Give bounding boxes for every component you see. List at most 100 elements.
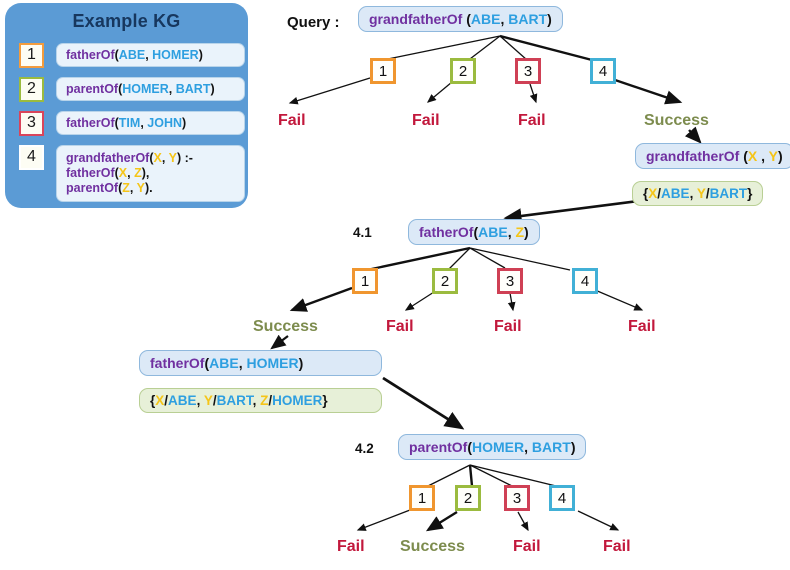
query-label: Query :: [287, 14, 340, 31]
branch-badge-l2-4[interactable]: 4: [572, 268, 598, 294]
token-pred: parentOf: [66, 181, 119, 195]
token-cons: BART: [508, 11, 548, 27]
binding-node-2: {X/ABE, Y/BART, Z/HOMER}: [139, 388, 382, 413]
result-l3-4: Fail: [603, 538, 631, 555]
token-pred: grandfatherOf: [66, 151, 150, 165]
token-cons: BART: [175, 82, 211, 96]
token-cons: JOHN: [147, 116, 183, 130]
diagram-root: Example KG 1 fatherOf(ABE, HOMER) 2 parentO…: [0, 0, 790, 570]
token-punc: ,: [196, 393, 204, 408]
result-l1-1: Fail: [278, 112, 306, 129]
branch-badge-l1-2[interactable]: 2: [450, 58, 476, 84]
token-cons: HOMER: [246, 355, 299, 371]
token-vr: X: [648, 186, 658, 201]
token-punc: }: [747, 186, 753, 201]
rule-head-node: grandfatherOf (X , Y): [635, 143, 790, 169]
token-punc: ): [210, 82, 215, 96]
kg-fact-text: grandfatherOf(X, Y) :- fatherOf(X, Z), par…: [56, 145, 245, 202]
token-vr: Y: [768, 148, 779, 164]
token-punc: ,: [689, 186, 697, 201]
match-node-1: fatherOf(ABE, HOMER): [139, 350, 382, 376]
result-l2-2: Fail: [386, 318, 414, 335]
token-punc: ): [524, 224, 529, 240]
result-l2-4: Fail: [628, 318, 656, 335]
token-punc: ),: [141, 166, 150, 180]
branch-badge-l3-1[interactable]: 1: [409, 485, 435, 511]
token-punc: ): [570, 439, 576, 455]
kg-fact-badge-1[interactable]: 1: [19, 43, 44, 68]
result-l1-2: Fail: [412, 112, 440, 129]
token-punc: ): [547, 11, 552, 27]
token-cons: HOMER: [122, 82, 169, 96]
branch-badge-l1-1[interactable]: 1: [370, 58, 396, 84]
token-cons: ABE: [470, 11, 501, 27]
step-label-41: 4.1: [353, 225, 372, 240]
token-vr: Z: [122, 181, 130, 195]
token-cons: HOMER: [272, 393, 323, 408]
token-pred: grandfatherOf: [369, 11, 463, 27]
result-l1-4: Success: [644, 112, 709, 129]
token-punc: ,: [168, 82, 176, 96]
token-pred: fatherOf: [66, 48, 115, 62]
branch-badge-l3-4[interactable]: 4: [549, 485, 575, 511]
token-punc: ,: [129, 181, 137, 195]
token-cons: ABE: [209, 355, 239, 371]
token-vr: X: [153, 151, 162, 165]
step-label-42: 4.2: [355, 441, 374, 456]
branch-badge-l2-3[interactable]: 3: [497, 268, 523, 294]
result-l3-3: Fail: [513, 538, 541, 555]
token-vr: Y: [136, 181, 145, 195]
token-cons: BART: [709, 186, 748, 201]
branch-badge-l1-4[interactable]: 4: [590, 58, 616, 84]
token-punc: ,: [252, 393, 261, 408]
token-vr: Y: [696, 186, 706, 201]
token-punc: ,: [757, 148, 769, 164]
token-pred: parentOf: [409, 439, 468, 455]
branch-badge-l1-3[interactable]: 3: [515, 58, 541, 84]
result-l2-3: Fail: [494, 318, 522, 335]
token-punc: }: [322, 393, 328, 408]
token-cons: HOMER: [472, 439, 525, 455]
step-node-41: fatherOf(ABE, Z): [408, 219, 540, 245]
token-cons: ABE: [478, 224, 508, 240]
token-punc: ) :-: [176, 151, 193, 165]
token-cons: BART: [216, 393, 253, 408]
token-vr: X: [118, 166, 128, 180]
token-cons: ABE: [168, 393, 197, 408]
token-vr: X: [747, 148, 758, 164]
kg-fact-badge-3[interactable]: 3: [19, 111, 44, 136]
token-cons: HOMER: [152, 48, 199, 62]
token-cons: TIM: [118, 116, 141, 130]
token-punc: ,: [161, 151, 169, 165]
token-pred: fatherOf: [66, 116, 115, 130]
token-pred: parentOf: [66, 82, 119, 96]
token-punc: ): [182, 116, 187, 130]
result-l3-2: Success: [400, 538, 465, 555]
token-vr: Y: [168, 151, 177, 165]
token-vr: Y: [203, 393, 213, 408]
token-punc: ).: [144, 181, 153, 195]
token-pred: grandfatherOf: [646, 148, 740, 164]
step-node-42: parentOf(HOMER, BART): [398, 434, 587, 460]
example-kg-panel: Example KG 1 fatherOf(ABE, HOMER) 2 parentO…: [5, 3, 248, 208]
result-l3-1: Fail: [337, 538, 365, 555]
token-punc: (: [739, 148, 748, 164]
branch-badge-l3-3[interactable]: 3: [504, 485, 530, 511]
token-punc: (: [462, 11, 471, 27]
branch-badge-l3-2[interactable]: 2: [455, 485, 481, 511]
token-punc: ): [298, 355, 304, 371]
branch-badge-l2-2[interactable]: 2: [432, 268, 458, 294]
token-cons: BART: [531, 439, 571, 455]
result-l2-1: Success: [253, 318, 318, 335]
result-l1-3: Fail: [518, 112, 546, 129]
token-punc: ): [198, 48, 203, 62]
token-pred: fatherOf: [66, 166, 115, 180]
kg-fact-text: parentOf(HOMER, BART): [56, 77, 245, 101]
branch-badge-l2-1[interactable]: 1: [352, 268, 378, 294]
kg-fact-badge-2[interactable]: 2: [19, 77, 44, 102]
kg-fact-text: fatherOf(ABE, HOMER): [56, 43, 245, 67]
kg-fact-badge-4[interactable]: 4: [19, 145, 44, 170]
token-vr: Z: [134, 166, 142, 180]
token-pred: fatherOf: [419, 224, 474, 240]
kg-panel-title: Example KG: [72, 11, 181, 31]
